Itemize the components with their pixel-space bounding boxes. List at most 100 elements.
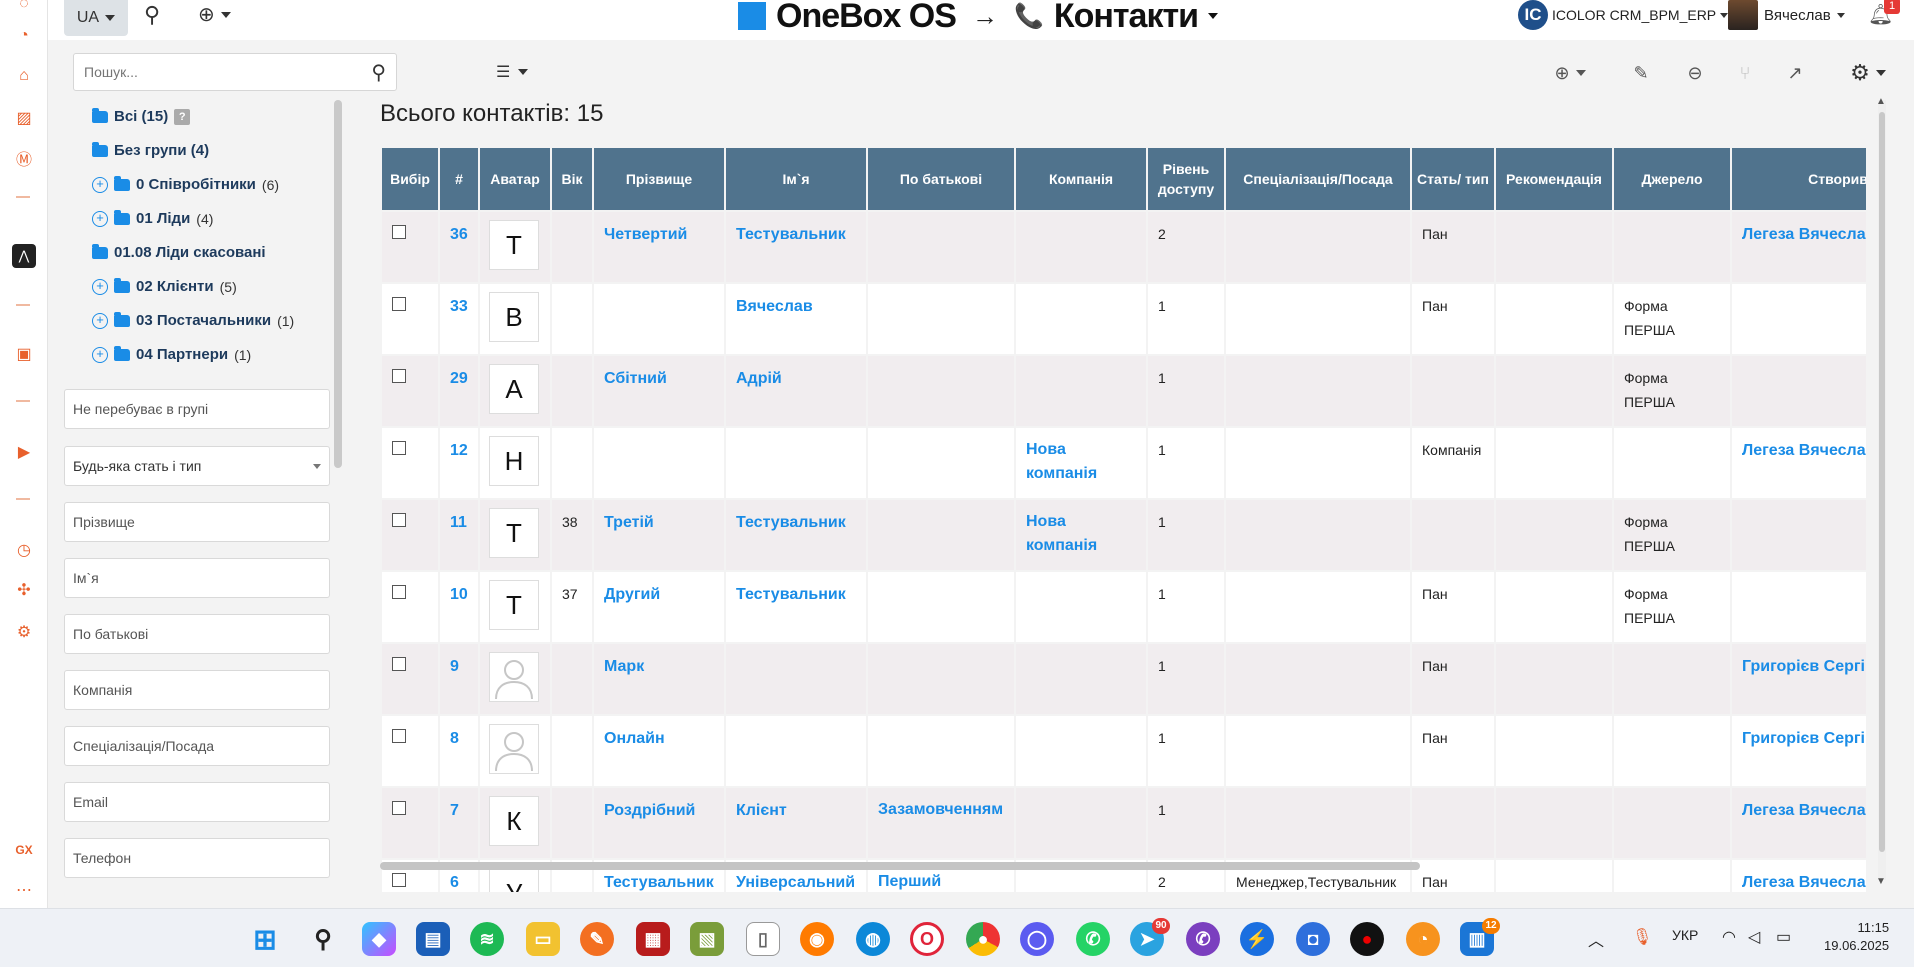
scroll-up-icon[interactable]: ▲ [1876,96,1886,107]
creator-value[interactable]: Легеза Вячеслав [1742,226,1866,243]
column-header[interactable]: Прізвище [592,146,726,212]
first-name-value[interactable]: Вячеслав [736,298,813,315]
avatar[interactable]: А [489,364,539,414]
copilot-icon[interactable]: ◆ [362,922,396,956]
games-icon[interactable]: ⌂ [12,64,36,88]
clock[interactable]: 11:15 19.06.2025 [1824,919,1889,955]
id-value[interactable]: 9 [450,658,459,675]
first-name-value[interactable]: Універсальний [736,874,855,891]
start-icon[interactable]: ⊞ [248,922,282,956]
table-row[interactable]: 11 Т 38 Третій Тестувальник Нова компанія 1 Фор… [380,498,1866,572]
last-name-value[interactable]: Роздрібний [604,802,695,819]
row-checkbox[interactable] [392,441,406,455]
avatar[interactable]: Т [489,508,539,558]
expand-icon[interactable]: + [92,312,108,329]
spotify-icon[interactable]: ≋ [470,922,504,956]
whatsapp-icon[interactable]: ✆ [1076,922,1110,956]
table-row[interactable]: 7 К Роздрібний Клієнт Зазамовченням 1 Легеза В… [380,786,1866,860]
column-header[interactable]: По батькові [866,146,1016,212]
table-row[interactable]: 33 В Вячеслав 1 Пан Форма ПЕРША [380,282,1866,356]
avatar[interactable]: Т [489,220,539,270]
row-checkbox[interactable] [392,225,406,239]
creator-value[interactable]: Григорієв Сергій [1742,658,1866,675]
phone-field[interactable]: Телефон [64,838,330,878]
column-header[interactable]: # [438,146,480,212]
twitch-icon[interactable]: ▣ [12,342,36,366]
column-header[interactable]: Ім`я [724,146,868,212]
battery-icon[interactable]: ▭ [1776,927,1791,947]
id-value[interactable]: 12 [450,442,468,459]
expand-icon[interactable]: + [92,346,108,363]
avatar[interactable]: В [489,292,539,342]
document-icon[interactable]: ▯ [746,922,780,956]
column-header[interactable]: Стать/ тип [1410,146,1496,212]
gx-icon[interactable]: GX [12,838,36,862]
last-name-value[interactable]: Сбітний [604,370,667,387]
id-value[interactable]: 6 [450,874,459,891]
row-checkbox[interactable] [392,729,406,743]
column-header[interactable]: Вибір [380,146,440,212]
wifi-icon[interactable]: ◠ [1722,927,1736,947]
table-row[interactable]: 36 Т Четвертий Тестувальник 2 Пан Легеза Вячес… [380,210,1866,284]
filter-scrollbar[interactable] [334,100,342,468]
user-silhouette-icon[interactable] [489,652,539,702]
last-name-value[interactable]: Марк [604,658,644,675]
first-name-value[interactable]: Тестувальник [736,226,846,243]
group-all[interactable]: Всі (15)? [92,107,191,125]
id-value[interactable]: 29 [450,370,468,387]
group-employees[interactable]: +0 Співробітники (6) [92,175,279,193]
position-field[interactable]: Спеціалізація/Посада [64,726,330,766]
tray-expand-icon[interactable]: ︿ [1588,927,1604,951]
group-partners[interactable]: +04 Партнери (1) [92,345,251,363]
row-checkbox[interactable] [392,801,406,815]
view-mode-button[interactable]: ☰ [496,62,529,82]
id-value[interactable]: 11 [450,514,467,531]
scroll-down-icon[interactable]: ▼ [1876,876,1886,887]
email-field[interactable]: Email [64,782,330,822]
last-name-value[interactable]: Онлайн [604,730,665,747]
column-header[interactable]: Компанія [1014,146,1148,212]
table-row[interactable]: 12 Н Нова компанія 1 Компанія Легеза Вячеслав [380,426,1866,500]
add-menu-button[interactable]: ⊕ [198,2,231,27]
module-title[interactable]: Контакти [1054,0,1199,36]
horizontal-scrollbar[interactable] [380,862,1420,870]
open-icon[interactable]: ↗ [1782,60,1808,86]
id-value[interactable]: 7 [450,802,459,819]
group-suppliers[interactable]: +03 Постачальники (1) [92,311,294,329]
id-value[interactable]: 36 [450,226,468,243]
creator-value[interactable]: Григорієв Сергій [1742,730,1866,747]
remove-icon[interactable]: ⊖ [1682,60,1708,86]
remote-desktop-icon[interactable]: ▥ 12 [1460,918,1500,956]
edge-icon[interactable]: ◍ [856,922,890,956]
id-value[interactable]: 33 [450,298,468,315]
search-icon[interactable]: ⚲ [371,60,386,85]
column-header[interactable]: Спеціалізація/Посада [1224,146,1412,212]
group-clients[interactable]: +02 Клієнти (5) [92,277,237,295]
group-leads-cancelled[interactable]: 01.08 Ліди скасовані [92,243,266,261]
row-checkbox[interactable] [392,873,406,887]
user-menu[interactable]: Вячеслав [1728,0,1845,30]
last-name-field[interactable]: Прізвище [64,502,330,542]
last-name-value[interactable]: Четвертий [604,226,687,243]
row-checkbox[interactable] [392,513,406,527]
creator-value[interactable]: Легеза Вячеслав [1742,874,1866,891]
first-name-field[interactable]: Ім`я [64,558,330,598]
organization-selector[interactable]: IC ICOLOR CRM_BPM_ERP [1518,0,1729,30]
vertical-scrollbar[interactable] [1879,112,1885,852]
settings-button[interactable]: ⚙ [1844,60,1892,86]
tv-icon[interactable]: ▨ [12,106,36,130]
first-name-value[interactable]: Тестувальник [736,586,846,603]
row-checkbox[interactable] [392,297,406,311]
chevron-down-icon[interactable] [1208,13,1219,19]
column-header[interactable]: Вік [550,146,594,212]
player-icon[interactable]: ▶ [12,440,36,464]
row-checkbox[interactable] [392,369,406,383]
company-field[interactable]: Компанія [64,670,330,710]
middle-name-value[interactable]: Зазамовченням [878,798,1004,822]
search-input[interactable] [74,54,354,90]
vpn-icon[interactable]: ◘ [1296,922,1330,956]
creator-value[interactable]: Легеза Вячеслав [1742,442,1866,459]
user-silhouette-icon[interactable] [489,724,539,774]
store-icon[interactable]: ▤ [416,922,450,956]
avatar[interactable]: У [489,868,539,892]
